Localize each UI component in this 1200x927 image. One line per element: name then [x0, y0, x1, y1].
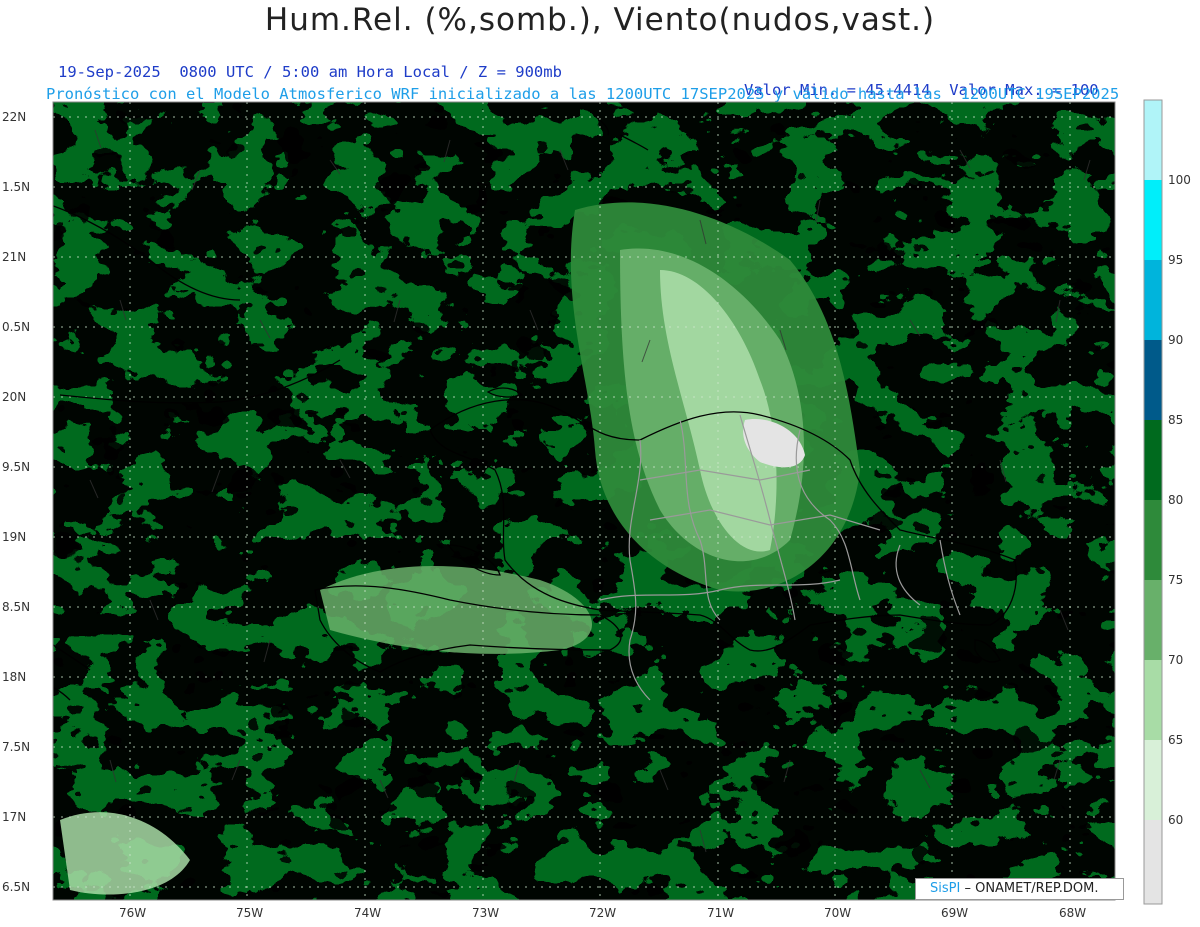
lat-label: 0.5N [2, 320, 31, 334]
lon-label: 70W [824, 906, 852, 920]
lat-label: 17N [2, 810, 27, 824]
humidity-field [53, 102, 1115, 900]
lon-label: 71W [707, 906, 735, 920]
lat-label: 19N [2, 530, 27, 544]
lon-label: 74W [354, 906, 382, 920]
lat-label: 18N [2, 670, 27, 684]
colorbar-label: 85 [1168, 413, 1184, 427]
lat-label: 6.5N [2, 880, 31, 894]
credit-box: SisPI – ONAMET/REP.DOM. [915, 878, 1124, 900]
lat-label: 1.5N [2, 180, 31, 194]
colorbar [1143, 99, 1163, 905]
colorbar-label: 75 [1168, 573, 1184, 587]
lat-label: 7.5N [2, 740, 31, 754]
credit-text: – ONAMET/REP.DOM. [964, 881, 1099, 896]
lat-label: 21N [2, 250, 27, 264]
colorbar-label: 60 [1168, 813, 1184, 827]
lon-label: 75W [236, 906, 264, 920]
colorbar-label: 90 [1168, 333, 1184, 347]
humidity-wind-map [52, 99, 1163, 905]
lat-label: 20N [2, 390, 27, 404]
lon-label: 73W [472, 906, 500, 920]
lat-label: 8.5N [2, 600, 31, 614]
colorbar-label: 80 [1168, 493, 1184, 507]
colorbar-label: 65 [1168, 733, 1184, 747]
lon-label: 72W [589, 906, 617, 920]
lon-label: 76W [119, 906, 147, 920]
sispi-logo: SisPI [930, 881, 961, 896]
lon-label: 69W [941, 906, 969, 920]
lon-label: 68W [1059, 906, 1087, 920]
lat-label: 22N [2, 110, 27, 124]
colorbar-label: 100 [1168, 173, 1191, 187]
lat-label: 9.5N [2, 460, 31, 474]
colorbar-label: 70 [1168, 653, 1184, 667]
colorbar-label: 95 [1168, 253, 1184, 267]
